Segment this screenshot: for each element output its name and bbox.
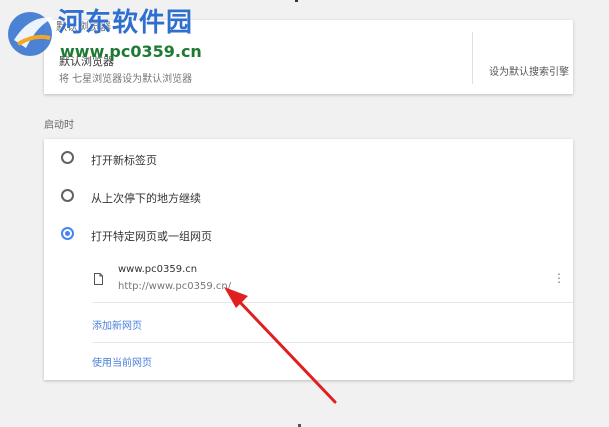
radio-label: 从上次停下的地方继续 <box>91 192 201 205</box>
radio-label: 打开新标签页 <box>91 154 157 167</box>
radio-new-tab[interactable] <box>61 151 74 164</box>
divider <box>92 342 573 343</box>
page-icon <box>94 273 103 285</box>
default-browser-subtitle: 将 七星浏览器设为默认浏览器 <box>59 74 193 85</box>
set-default-button[interactable]: 设为默认搜索引擎 <box>489 63 569 78</box>
add-page-link[interactable]: 添加新网页 <box>92 317 142 332</box>
watermark-logo-icon <box>8 12 54 56</box>
divider <box>92 302 573 303</box>
top-edge-mark <box>295 0 298 2</box>
more-vert-icon[interactable]: ⋮ <box>553 271 565 285</box>
radio-label: 打开特定网页或一组网页 <box>91 230 212 243</box>
use-current-pages-link[interactable]: 使用当前网页 <box>92 354 152 369</box>
radio-continue[interactable] <box>61 189 74 202</box>
divider <box>472 32 473 84</box>
startup-card: 打开新标签页 从上次停下的地方继续 打开特定网页或一组网页 www.pc0359… <box>44 139 573 380</box>
radio-specific-pages[interactable] <box>61 227 74 240</box>
watermark-url: www.pc0359.cn <box>60 42 202 61</box>
startup-option-new-tab[interactable]: 打开新标签页 <box>44 143 573 173</box>
watermark: 河东软件园 www.pc0359.cn <box>0 0 210 72</box>
startup-option-specific-pages[interactable]: 打开特定网页或一组网页 <box>44 219 573 249</box>
startup-section-header: 启动时 <box>44 120 74 131</box>
startup-page-name: www.pc0359.cn <box>118 264 198 275</box>
watermark-title: 河东软件园 <box>58 8 194 38</box>
startup-page-url: http://www.pc0359.cn/ <box>118 281 232 292</box>
startup-option-continue[interactable]: 从上次停下的地方继续 <box>44 181 573 211</box>
